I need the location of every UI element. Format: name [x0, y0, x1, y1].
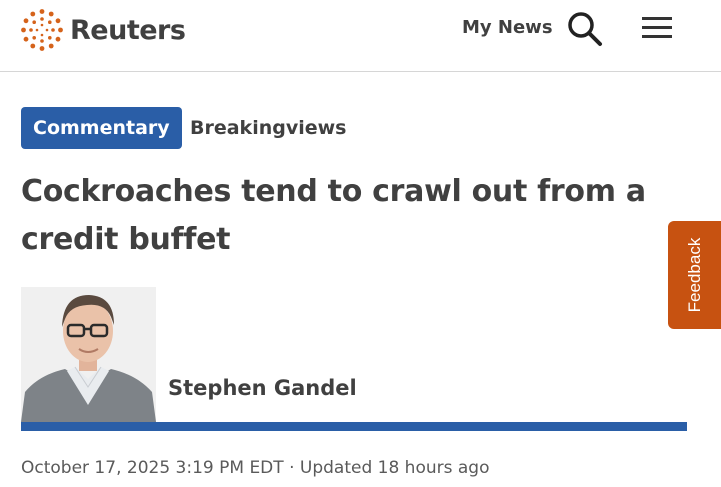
- publish-dateline: October 17, 2025 3:19 PM EDT · Updated 1…: [21, 458, 490, 478]
- site-header: Reuters My News: [0, 0, 721, 72]
- reuters-dot-logo-icon: [21, 9, 63, 51]
- search-icon[interactable]: [567, 11, 603, 47]
- my-news-link[interactable]: My News: [462, 17, 553, 38]
- author-portrait-icon: [21, 287, 156, 422]
- author-photo[interactable]: [21, 287, 156, 422]
- reuters-logo[interactable]: Reuters: [20, 8, 186, 52]
- feedback-label: Feedback: [684, 237, 704, 313]
- author-divider: [21, 422, 687, 431]
- tag-breakingviews[interactable]: Breakingviews: [190, 107, 346, 149]
- author-name[interactable]: Stephen Gandel: [168, 376, 357, 400]
- feedback-button[interactable]: Feedback: [668, 221, 721, 329]
- hamburger-menu-icon[interactable]: [641, 15, 673, 41]
- brand-name: Reuters: [70, 14, 186, 46]
- article-headline: Cockroaches tend to crawl out from a cre…: [21, 174, 646, 257]
- tag-commentary[interactable]: Commentary: [21, 107, 182, 149]
